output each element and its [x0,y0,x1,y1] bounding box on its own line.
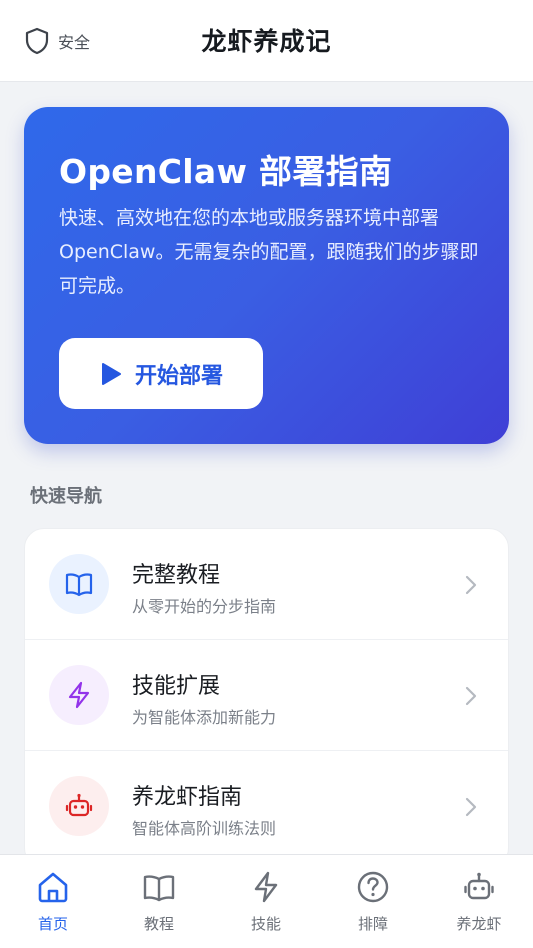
nav-item-title: 技能扩展 [132,674,221,699]
quick-nav-list: 完整教程 从零开始的分步指南 技能扩展 为智能体添加新能力 养龙虾指南 智能体高… [24,528,509,868]
nav-item-subtitle: 为智能体添加新能力 [132,708,277,727]
page-title: 龙虾养成记 [201,27,332,56]
tab-label: 首页 [37,915,68,933]
nav-icon-circle [49,776,109,836]
tab-skills[interactable]: 技能 [213,855,319,948]
nav-icon-circle [49,554,109,614]
tab-label: 教程 [143,915,174,933]
tab-lobster[interactable]: 养龙虾 [426,855,532,948]
lightning-icon [254,871,278,903]
start-deploy-button[interactable]: 开始部署 [59,338,263,409]
nav-item-skills[interactable]: 技能扩展 为智能体添加新能力 [25,640,508,751]
tab-label: 养龙虾 [456,915,502,933]
play-icon [101,362,121,385]
start-deploy-label: 开始部署 [134,363,223,389]
nav-item-title: 完整教程 [132,563,221,588]
robot-icon [464,872,494,900]
robot-icon [65,793,93,817]
hero-card: OpenClaw 部署指南 快速、高效地在您的本地或服务器环境中部署 OpenC… [24,107,509,444]
chevron-right-icon [465,575,477,595]
hero-title: OpenClaw 部署指南 [59,152,393,191]
nav-item-tutorial[interactable]: 完整教程 从零开始的分步指南 [25,529,508,640]
tab-label: 技能 [250,915,281,933]
bottom-tab-bar: 首页 教程 技能 排障 养龙虾 [0,854,533,948]
nav-item-subtitle: 从零开始的分步指南 [132,597,277,616]
nav-item-subtitle: 智能体高阶训练法则 [132,819,277,838]
tab-home[interactable]: 首页 [0,855,106,948]
nav-item-lobster-guide[interactable]: 养龙虾指南 智能体高阶训练法则 [25,751,508,862]
hero-description: 快速、高效地在您的本地或服务器环境中部署 OpenClaw。无需复杂的配置，跟随… [59,207,479,297]
help-circle-icon [357,871,389,903]
lightning-icon [68,681,90,709]
book-icon [65,573,93,597]
tab-troubleshoot[interactable]: 排障 [320,855,426,948]
app-header: 安全 龙虾养成记 [0,0,533,82]
chevron-right-icon [465,797,477,817]
tab-tutorial[interactable]: 教程 [106,855,212,948]
tab-label: 排障 [357,915,388,933]
book-icon [143,875,175,902]
chevron-right-icon [465,686,477,706]
nav-icon-circle [49,665,109,725]
quick-nav-title: 快速导航 [30,486,102,507]
home-icon [38,872,68,903]
nav-item-title: 养龙虾指南 [132,785,243,810]
